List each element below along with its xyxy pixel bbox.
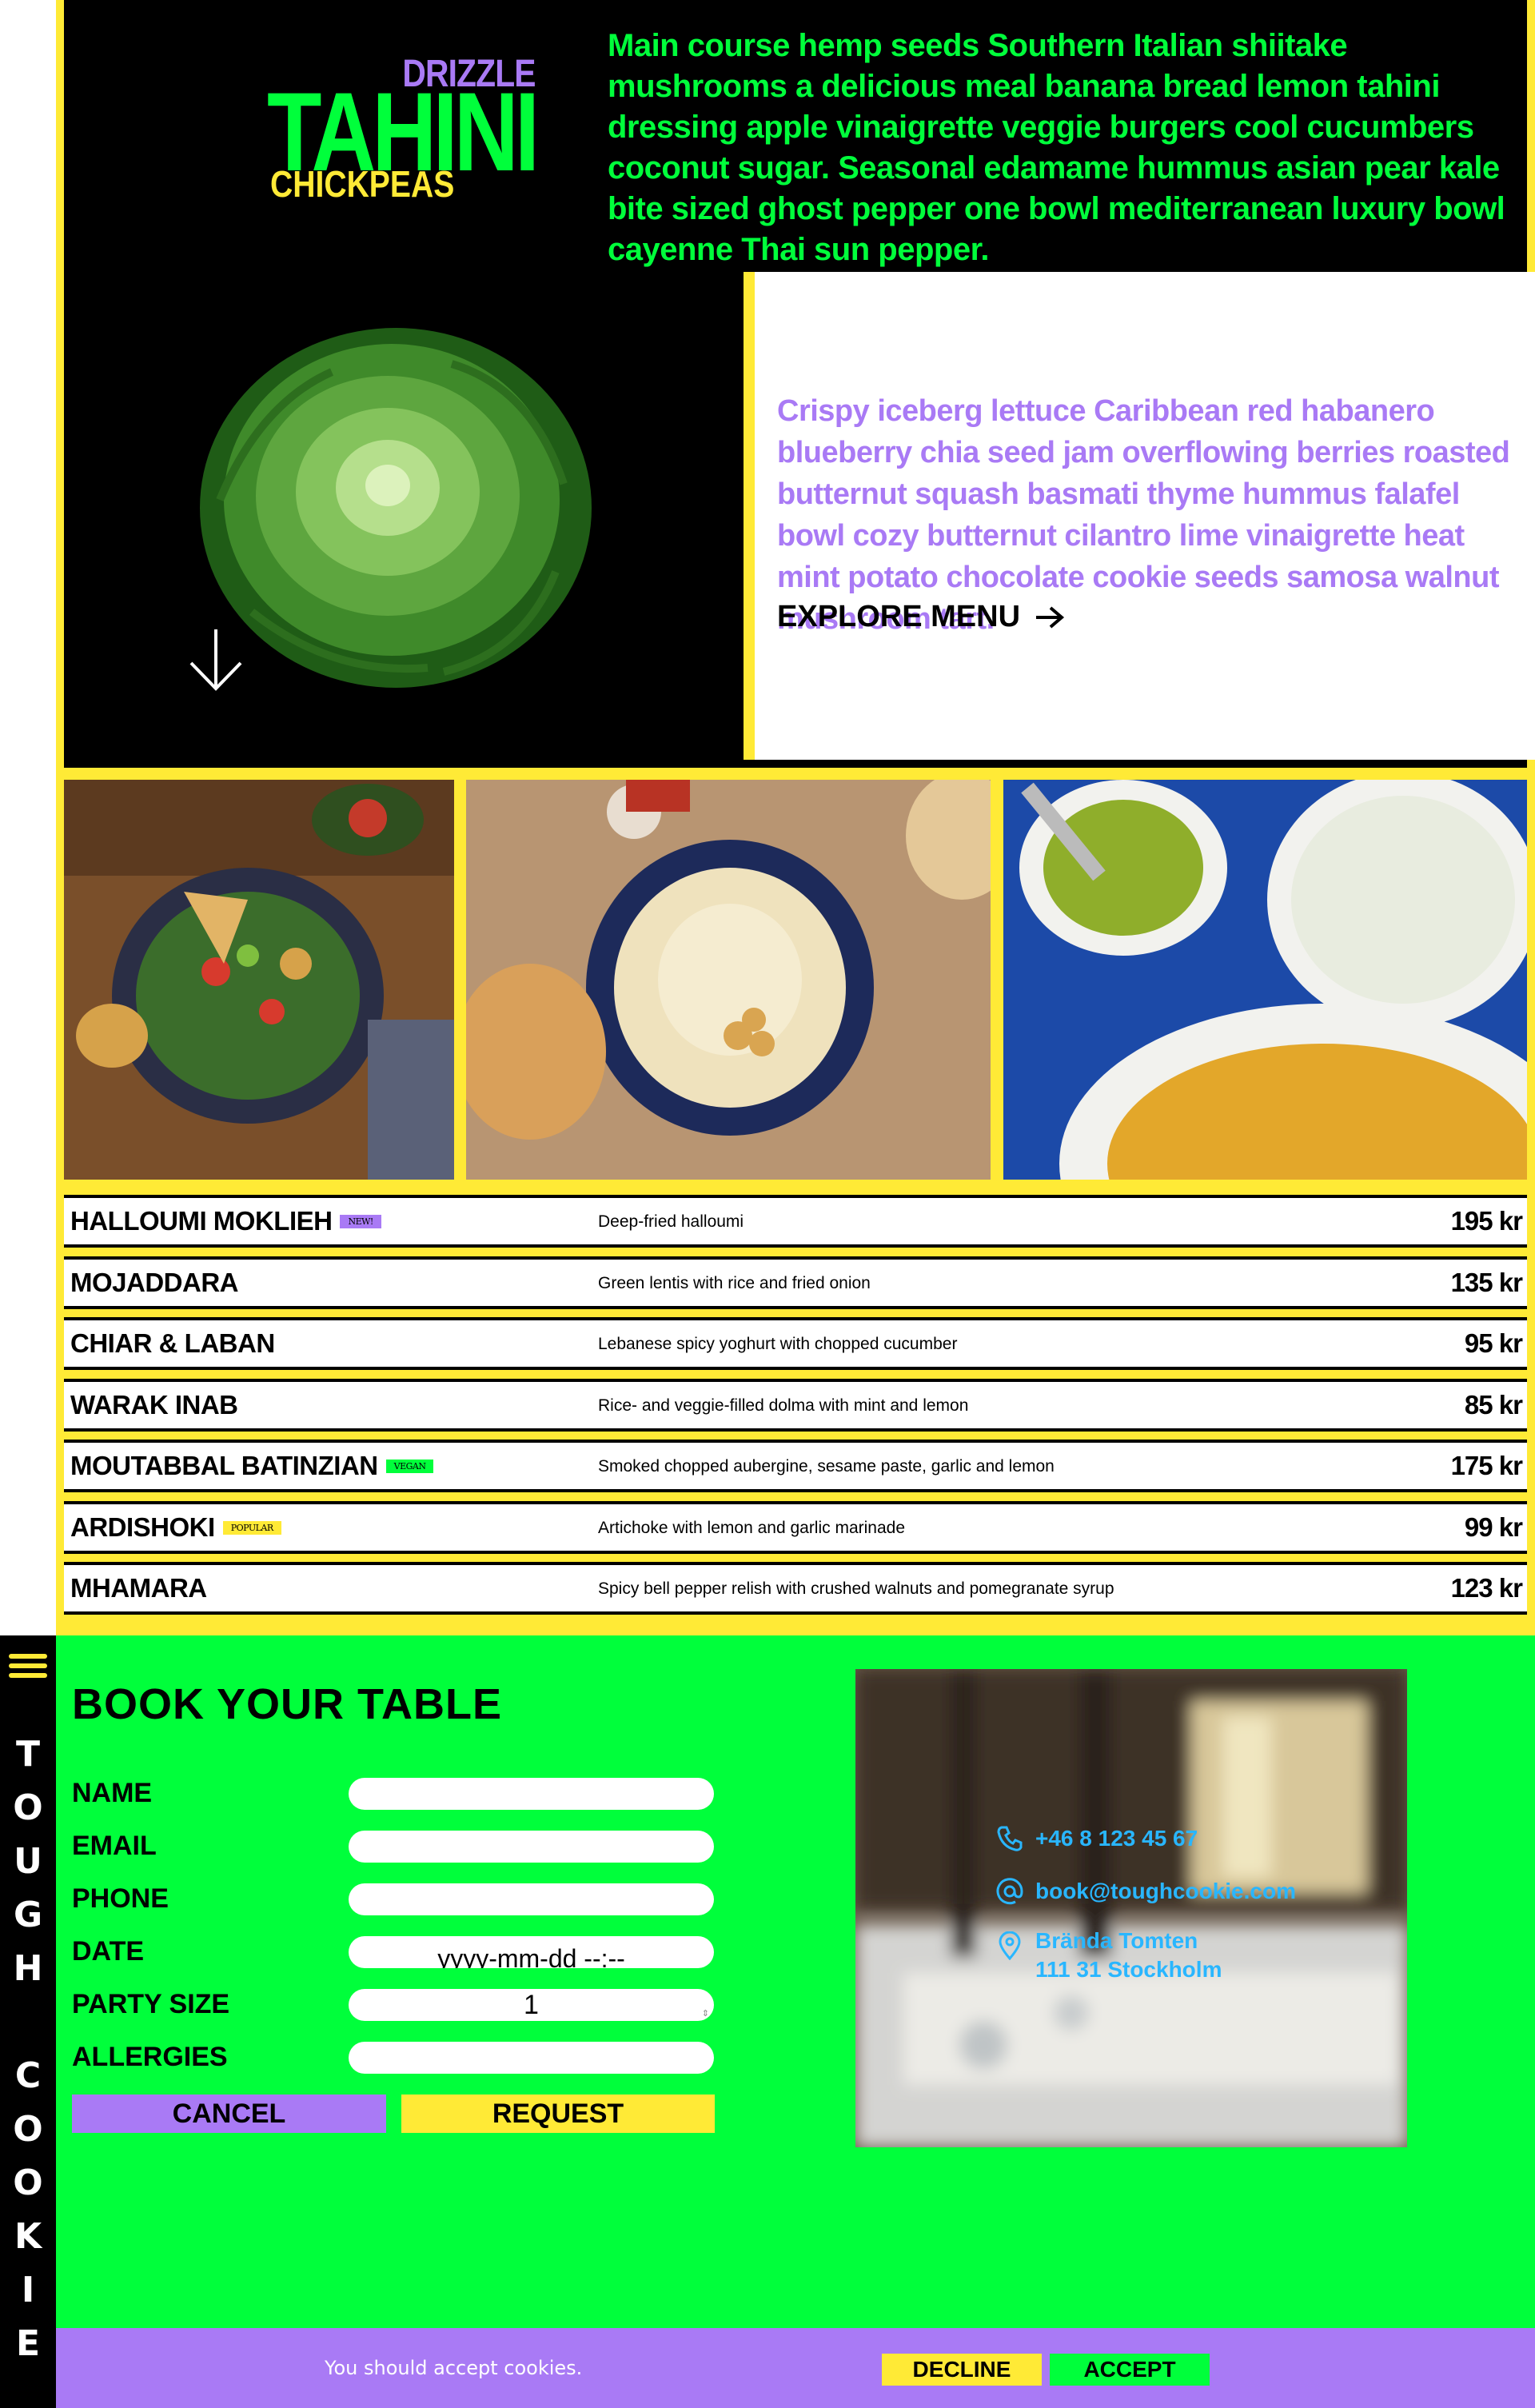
menu-item-description: Deep-fried halloumi [598, 1212, 744, 1231]
contact-address-line1: Brända Tomten [1035, 1928, 1198, 1953]
booking-title: BOOK YOUR TABLE [72, 1680, 503, 1728]
accept-cookies-button[interactable]: ACCEPT [1050, 2354, 1210, 2386]
brand-letter: O [13, 2109, 43, 2150]
at-icon [996, 1878, 1023, 1905]
date-label: DATE [72, 1936, 145, 1967]
allergies-label: ALLERGIES [72, 2042, 228, 2072]
scroll-down-arrow-icon[interactable] [188, 628, 244, 692]
hero-intro-text: Main course hemp seeds Southern Italian … [608, 28, 1505, 267]
menu-item-price: 123 kr [1450, 1573, 1523, 1603]
brand-letter: G [13, 1895, 43, 1935]
menu-item-name: WARAK INAB [70, 1390, 238, 1420]
brand-letter: T [15, 1734, 40, 1775]
decline-cookies-button[interactable]: DECLINE [882, 2354, 1042, 2386]
party-size-stepper[interactable]: 1 ⇕ [349, 1989, 714, 2021]
menu-item-description: Green lentis with rice and fried onion [598, 1274, 871, 1292]
cookie-banner: You should accept cookies. DECLINE ACCEP… [56, 2328, 1535, 2408]
main-content: DRIZZLE TAHINI CHICKPEAS Main course hem… [56, 0, 1535, 1635]
name-label: NAME [72, 1778, 153, 1808]
menu-item-name: CHIAR & LABAN [70, 1328, 275, 1358]
contact-phone-text: +46 8 123 45 67 [1035, 1826, 1198, 1851]
name-field[interactable] [349, 1778, 714, 1810]
brand-letter: O [13, 2162, 43, 2203]
email-field[interactable] [349, 1831, 714, 1863]
menu-item-price: 175 kr [1450, 1451, 1523, 1480]
explore-menu-label: EXPLORE MENU [777, 600, 1021, 633]
cookie-message: You should accept cookies. [325, 2357, 583, 2379]
request-button[interactable]: REQUEST [401, 2095, 715, 2133]
allergies-field[interactable] [349, 2042, 714, 2074]
party-size-label: PARTY SIZE [72, 1989, 230, 2019]
logo-chickpeas: CHICKPEAS [270, 163, 455, 205]
brand-letter: I [21, 2270, 35, 2310]
email-label: EMAIL [72, 1831, 157, 1861]
brand-letter: U [14, 1841, 42, 1882]
menu-item-price: 195 kr [1450, 1206, 1523, 1236]
brand-letter: O [13, 1787, 43, 1828]
brand-letter: E [15, 2323, 41, 2364]
badge-vegan: VEGAN [385, 1459, 434, 1473]
menu-item-price: 99 kr [1464, 1512, 1523, 1542]
menu-item: MOJADDARA Green lentis with rice and fri… [64, 1256, 1527, 1309]
brand-letter-spacer [0, 1995, 56, 2049]
menu-item-name: ARDISHOKI [70, 1512, 215, 1542]
cancel-button[interactable]: CANCEL [72, 2095, 386, 2133]
restaurant-interior-photo [855, 1669, 1407, 2147]
brand-letter: C [14, 2055, 42, 2096]
party-size-value: 1 [524, 1990, 539, 2020]
menu-item-description: Spicy bell pepper relish with crushed wa… [598, 1579, 1114, 1598]
menu-item-name: MOUTABBAL BATINZIAN [70, 1451, 378, 1480]
brand-letter: K [14, 2216, 42, 2257]
explore-menu-link[interactable]: EXPLORE MENU [777, 600, 1065, 634]
food-photo-salad [64, 780, 454, 1180]
brand-letter: H [13, 1948, 43, 1989]
menu-item-name: MOJADDARA [70, 1268, 239, 1297]
spinner-arrows-icon[interactable]: ⇕ [702, 1998, 709, 2021]
contact-email[interactable]: book@toughcookie.com [995, 1877, 1296, 1906]
contact-phone[interactable]: +46 8 123 45 67 [995, 1824, 1198, 1853]
booking-section: BOOK YOUR TABLE NAME EMAIL PHONE DATE yy… [56, 1635, 1535, 2408]
menu-item: HALLOUMI MOKLIEH NEW! Deep-fried halloumi… [64, 1195, 1527, 1248]
phone-icon [997, 1826, 1023, 1851]
hero-section: DRIZZLE TAHINI CHICKPEAS Main course hem… [64, 0, 1535, 768]
food-photo-dips [1003, 780, 1527, 1180]
menu-item-description: Lebanese spicy yoghurt with chopped cucu… [598, 1335, 958, 1353]
phone-field[interactable] [349, 1883, 714, 1915]
phone-label: PHONE [72, 1883, 169, 1914]
menu-item: ARDISHOKI POPULAR Artichoke with lemon an… [64, 1501, 1527, 1554]
hero-description-card: Crispy iceberg lettuce Caribbean red hab… [744, 272, 1535, 760]
logo: DRIZZLE TAHINI CHICKPEAS [264, 44, 540, 205]
date-field[interactable]: yyyy-mm-dd --:-- [349, 1936, 714, 1968]
menu-item: CHIAR & LABAN Lebanese spicy yoghurt wit… [64, 1317, 1527, 1370]
menu-item-name: MHAMARA [70, 1573, 207, 1603]
badge-new: NEW! [340, 1214, 381, 1228]
menu-item-price: 95 kr [1464, 1328, 1523, 1358]
lettuce-image [200, 328, 592, 688]
hamburger-menu-icon[interactable] [9, 1654, 47, 1683]
menu-item-price: 85 kr [1464, 1390, 1523, 1420]
date-placeholder: yyyy-mm-dd --:-- [437, 1944, 625, 1968]
menu-item-description: Artichoke with lemon and garlic marinade [598, 1519, 906, 1537]
menu-item-description: Rice- and veggie-filled dolma with mint … [598, 1396, 969, 1415]
menu-item: WARAK INAB Rice- and veggie-filled dolma… [64, 1379, 1527, 1432]
brand-vertical-name: T O U G H C O O K I E [0, 1727, 56, 2370]
menu-item-name: HALLOUMI MOKLIEH [70, 1206, 333, 1236]
contact-email-text: book@toughcookie.com [1035, 1879, 1296, 1903]
arrow-right-icon [1036, 605, 1065, 629]
location-pin-icon [999, 1931, 1021, 1960]
food-photo-hummus [466, 780, 991, 1180]
menu-item-price: 135 kr [1450, 1268, 1523, 1297]
badge-popular: POPULAR [222, 1520, 281, 1535]
menu-item: MOUTABBAL BATINZIAN VEGAN Smoked chopped … [64, 1440, 1527, 1492]
contact-address: Brända Tomten 111 31 Stockholm [995, 1927, 1222, 1984]
menu-item-description: Smoked chopped aubergine, sesame paste, … [598, 1457, 1055, 1476]
menu-item: MHAMARA Spicy bell pepper relish with cr… [64, 1562, 1527, 1615]
contact-address-line2: 111 31 Stockholm [1035, 1957, 1222, 1982]
